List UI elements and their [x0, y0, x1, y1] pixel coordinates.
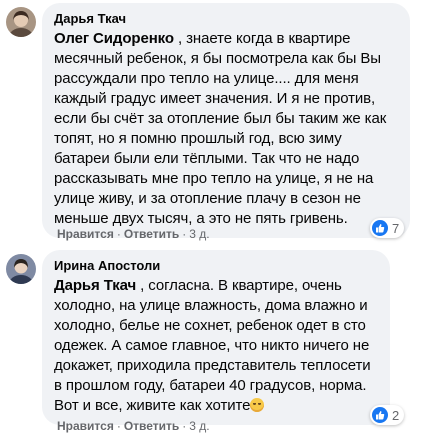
- comment-body: , знаете когда в квартире месячный ребен…: [54, 30, 387, 227]
- reaction-count: 2: [392, 407, 400, 423]
- avatar-photo-icon: [6, 254, 36, 284]
- comment-timestamp[interactable]: 3 д.: [189, 227, 209, 241]
- comment-timestamp[interactable]: 3 д.: [189, 419, 209, 433]
- comment: Дарья Ткач Олег Сидоренко , знаете когда…: [0, 0, 430, 242]
- like-icon: [372, 220, 388, 236]
- separator-dot: ·: [116, 227, 121, 241]
- separator-dot: ·: [116, 419, 121, 433]
- separator-dot: ·: [182, 419, 187, 433]
- like-icon: [372, 407, 388, 423]
- reaction-badge[interactable]: 2: [370, 405, 405, 425]
- comment: Ирина Апостоли Дарья Ткач , согласна. В …: [0, 246, 430, 433]
- separator-dot: ·: [182, 227, 187, 241]
- like-button[interactable]: Нравится: [57, 227, 114, 241]
- comment-author[interactable]: Дарья Ткач: [54, 11, 398, 27]
- reaction-badge[interactable]: 7: [370, 218, 405, 238]
- reply-button[interactable]: Ответить: [124, 227, 179, 241]
- comment-actions: Нравится · Ответить · 3 д.: [57, 418, 210, 434]
- comment-author[interactable]: Ирина Апостоли: [54, 258, 378, 274]
- comment-actions: Нравится · Ответить · 3 д.: [57, 226, 210, 242]
- reaction-count: 7: [392, 220, 400, 236]
- smiling-face-icon: [250, 398, 265, 412]
- reply-button[interactable]: Ответить: [124, 419, 179, 433]
- mention-link[interactable]: Олег Сидоренко: [54, 30, 174, 47]
- avatar-photo-icon: [6, 7, 36, 37]
- comment-text: Олег Сидоренко , знаете когда в квартире…: [54, 29, 398, 229]
- mention-link[interactable]: Дарья Ткач: [54, 277, 136, 294]
- comment-bubble: Ирина Апостоли Дарья Ткач , согласна. В …: [42, 250, 390, 425]
- avatar[interactable]: [6, 254, 36, 284]
- comment-body: , согласна. В квартире, очень холодно, н…: [54, 277, 371, 414]
- avatar[interactable]: [6, 7, 36, 37]
- like-button[interactable]: Нравится: [57, 419, 114, 433]
- comment-text: Дарья Ткач , согласна. В квартире, очень…: [54, 276, 378, 416]
- comment-bubble: Дарья Ткач Олег Сидоренко , знаете когда…: [42, 3, 410, 238]
